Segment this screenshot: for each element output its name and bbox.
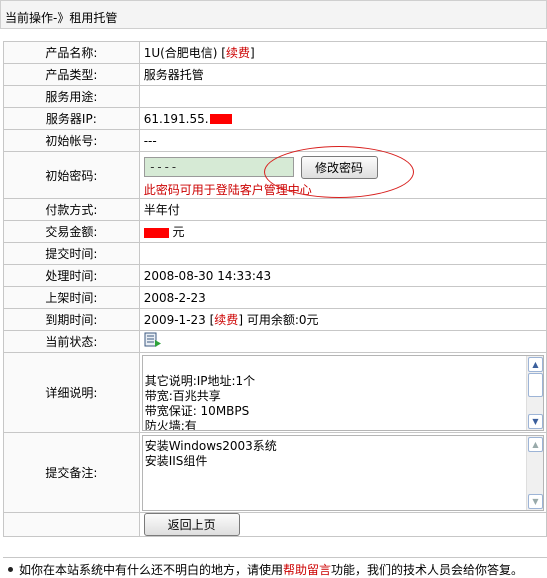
product-type-label: 产品类型: [3, 63, 140, 86]
hosting-details-table: 产品名称: 1U(合肥电信) [续费] 产品类型: 服务器托管 服务用途: 服务… [3, 41, 547, 537]
table-row: 处理时间: 2008-08-30 14:33:43 [3, 264, 547, 287]
amount-label: 交易金额: [3, 220, 140, 243]
account-value: --- [138, 129, 547, 152]
renew-link[interactable]: 续费 [226, 46, 250, 60]
scroll-up-icon[interactable]: ▲ [528, 356, 543, 372]
usage-value [138, 85, 547, 108]
expire-renew-link[interactable]: 续费 [214, 313, 238, 327]
product-name-value: 1U(合肥电信) [续费] [138, 41, 547, 64]
back-cell: 返回上页 [138, 512, 547, 537]
change-password-button[interactable]: 修改密码 [300, 155, 378, 179]
table-row: 返回上页 [3, 512, 547, 537]
amount-unit: 元 [172, 225, 185, 239]
submit-time-label: 提交时间: [3, 242, 140, 265]
table-row: 服务器IP: 61.191.55. [3, 107, 547, 130]
redaction-mark [209, 114, 232, 124]
scroll-up-icon[interactable]: ▲ [528, 436, 543, 452]
table-row: 服务用途: [3, 85, 547, 108]
table-row: 初始密码: 修改密码 此密码可用于登陆客户管理中心 [3, 151, 547, 199]
remarks-textarea[interactable]: 安装Windows2003系统 安装IIS组件 ▲ ▼ [141, 434, 544, 511]
table-row: 交易金额: 元 [3, 220, 547, 243]
server-status-icon [144, 332, 162, 351]
payment-value: 半年付 [138, 198, 547, 221]
usage-label: 服务用途: [3, 85, 140, 108]
status-value [138, 330, 547, 353]
scroll-down-icon[interactable]: ▼ [528, 493, 543, 509]
product-name-label: 产品名称: [3, 41, 140, 64]
expire-value: 2009-1-23 [续费] 可用余额:0元 [138, 308, 547, 331]
remarks-label: 提交备注: [3, 432, 140, 513]
process-time-value: 2008-08-30 14:33:43 [138, 264, 547, 287]
server-ip: 61.191.55. [143, 111, 209, 126]
shelf-time-label: 上架时间: [3, 286, 140, 309]
submit-time-value [138, 242, 547, 265]
password-field[interactable] [143, 157, 294, 177]
table-row: 产品类型: 服务器托管 [3, 63, 547, 86]
help-footer: 如你在本站系统中有什么还不明白的地方，请使用帮助留言功能，我们的技术人员会给你答… [3, 557, 547, 578]
table-row: 到期时间: 2009-1-23 [续费] 可用余额:0元 [3, 308, 547, 331]
breadcrumb: 当前操作-》租用托管 [0, 0, 547, 29]
remarks-value: 安装Windows2003系统 安装IIS组件 ▲ ▼ [138, 432, 547, 513]
footer-text-after: 功能，我们的技术人员会给你答复。 [331, 563, 524, 577]
empty-label [3, 512, 140, 537]
details-scrollbar[interactable]: ▲ ▼ [526, 355, 543, 430]
process-time-label: 处理时间: [3, 264, 140, 287]
password-note: 此密码可用于登陆客户管理中心 [143, 182, 312, 197]
help-message-link[interactable]: 帮助留言 [283, 563, 331, 577]
redaction-mark [143, 227, 169, 238]
remarks-scrollbar[interactable]: ▲ ▼ [526, 435, 543, 510]
server-ip-value: 61.191.55. [138, 107, 547, 130]
details-text: 其它说明:IP地址:1个 带宽:百兆共享 带宽保证: 10MBPS 防火墙:有 [144, 373, 256, 431]
details-value: 其它说明:IP地址:1个 带宽:百兆共享 带宽保证: 10MBPS 防火墙:有 … [138, 352, 547, 433]
bullet-icon [8, 567, 13, 572]
table-row: 上架时间: 2008-2-23 [3, 286, 547, 309]
shelf-time-value: 2008-2-23 [138, 286, 547, 309]
scroll-thumb[interactable] [528, 372, 543, 397]
table-row: 当前状态: [3, 330, 547, 353]
footer-text-before: 如你在本站系统中有什么还不明白的地方，请使用 [19, 563, 284, 577]
table-row: 付款方式: 半年付 [3, 198, 547, 221]
table-row: 初始帐号: --- [3, 129, 547, 152]
table-row: 提交备注: 安装Windows2003系统 安装IIS组件 ▲ ▼ [3, 432, 547, 513]
details-textarea[interactable]: 其它说明:IP地址:1个 带宽:百兆共享 带宽保证: 10MBPS 防火墙:有 … [141, 354, 544, 431]
product-name: 1U(合肥电信) [143, 46, 218, 60]
product-type-value: 服务器托管 [138, 63, 547, 86]
server-ip-label: 服务器IP: [3, 107, 140, 130]
back-button[interactable]: 返回上页 [143, 513, 240, 536]
expire-label: 到期时间: [3, 308, 140, 331]
balance-text: 可用余额:0元 [246, 313, 319, 327]
scroll-down-icon[interactable]: ▼ [528, 413, 543, 429]
table-row: 详细说明: 其它说明:IP地址:1个 带宽:百兆共享 带宽保证: 10MBPS … [3, 352, 547, 433]
account-label: 初始帐号: [3, 129, 140, 152]
details-label: 详细说明: [3, 352, 140, 433]
password-label: 初始密码: [3, 151, 140, 199]
password-value: 修改密码 此密码可用于登陆客户管理中心 [138, 151, 547, 199]
payment-label: 付款方式: [3, 198, 140, 221]
table-row: 产品名称: 1U(合肥电信) [续费] [3, 41, 547, 64]
amount-value: 元 [138, 220, 547, 243]
status-label: 当前状态: [3, 330, 140, 353]
expire-date: 2009-1-23 [143, 313, 206, 327]
remarks-text: 安装Windows2003系统 安装IIS组件 [144, 438, 277, 468]
table-row: 提交时间: [3, 242, 547, 265]
